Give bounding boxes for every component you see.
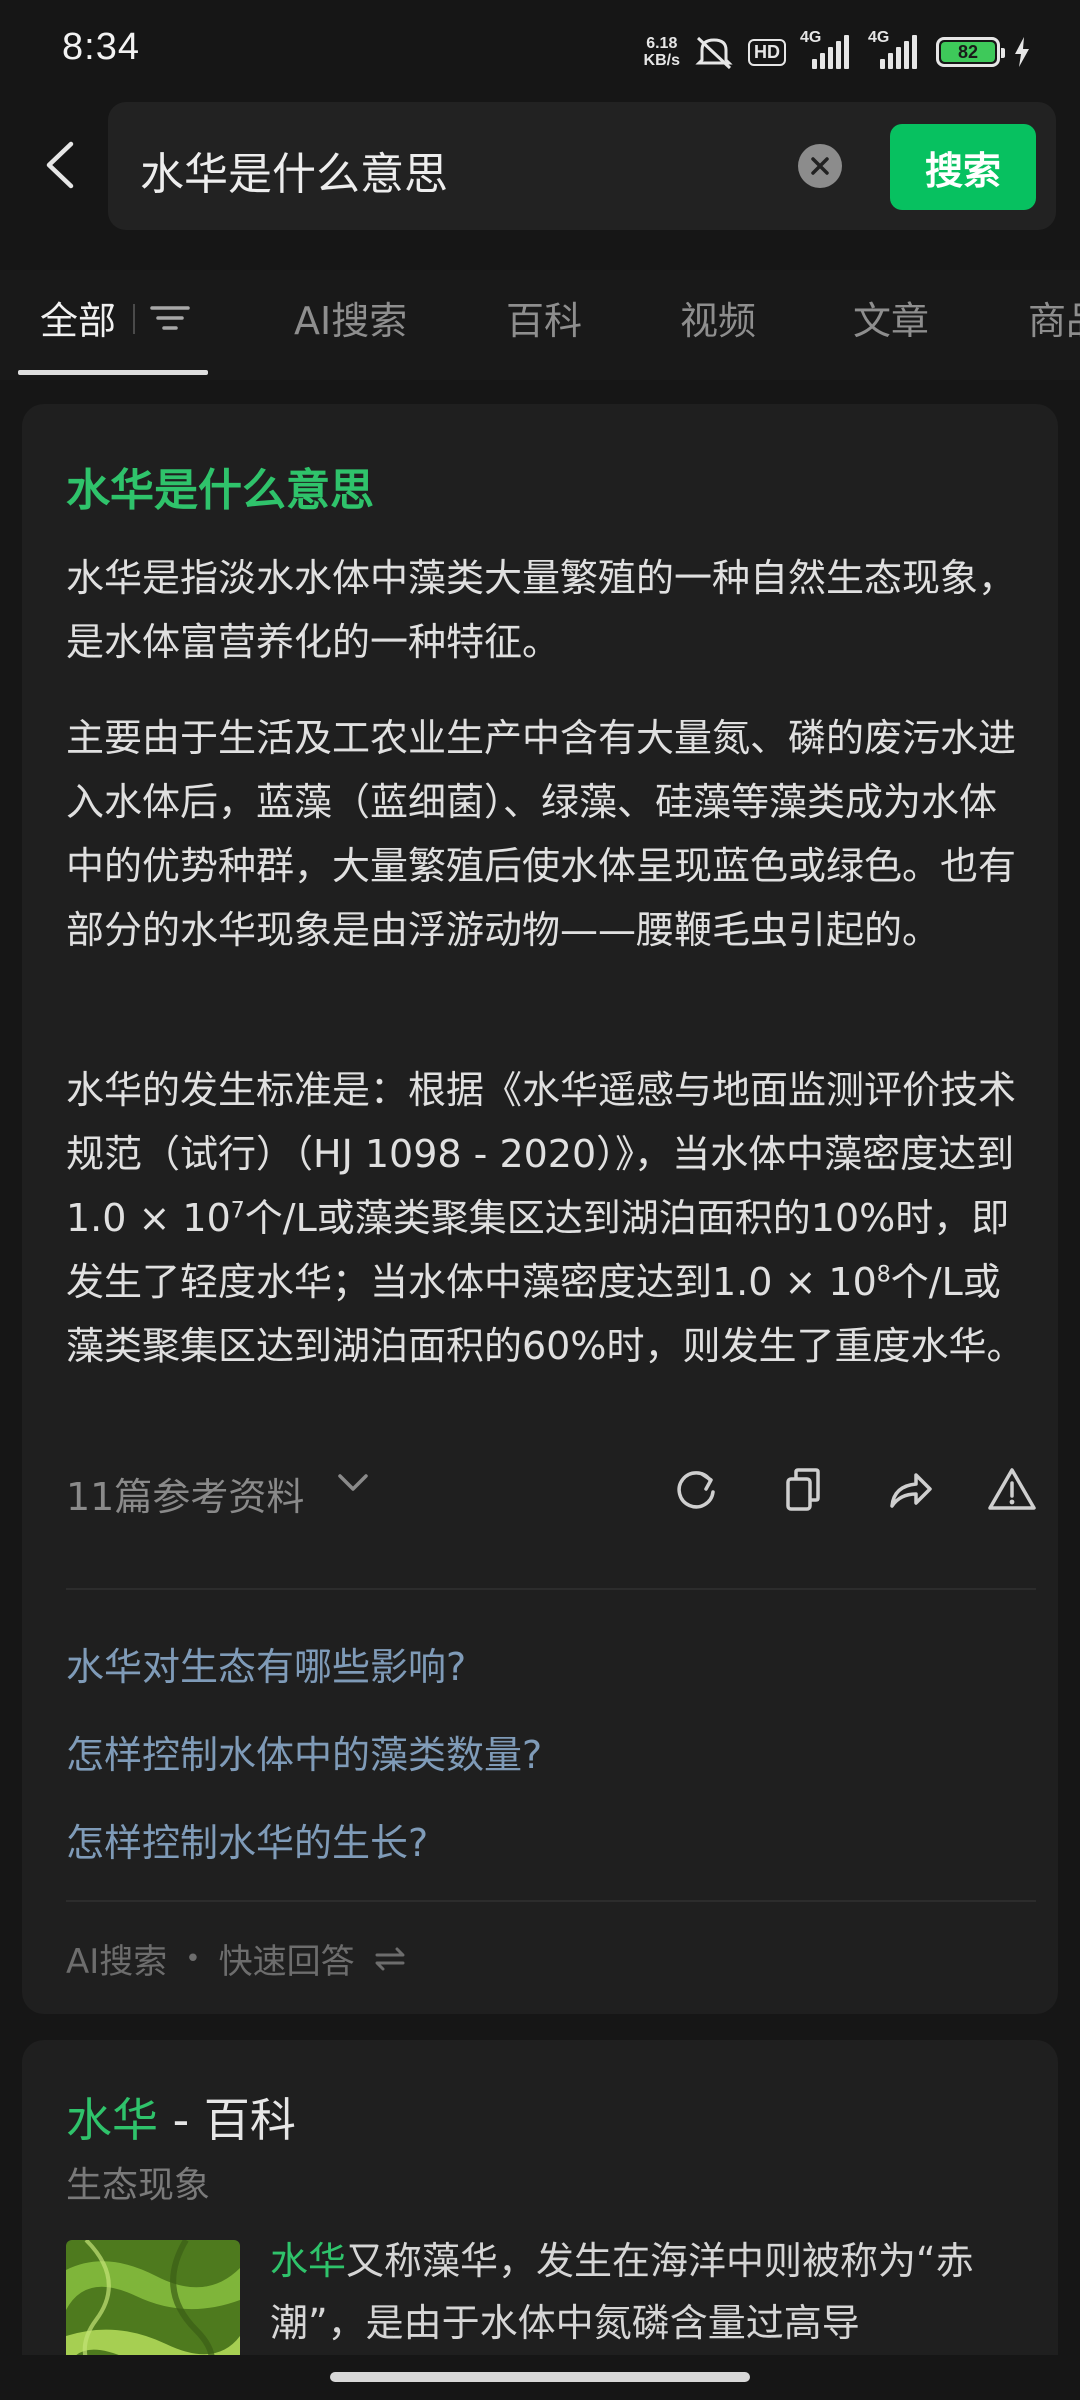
status-bar: 8:34 6.18 KB/s HD 4G 4G 82 <box>0 0 1080 100</box>
encyclopedia-subtitle: 生态现象 <box>66 2165 211 2206</box>
tab-articles[interactable]: 文章 <box>853 290 929 345</box>
suggested-question[interactable]: 怎样控制水华的生长? <box>66 1812 428 1867</box>
filter-icon[interactable] <box>148 298 192 338</box>
switch-icon[interactable] <box>373 1945 407 1973</box>
encyclopedia-card[interactable]: 水华 - 百科 生态现象 水华又称藻华，发生在海洋中则被称为“赤潮”，是由于水体… <box>22 2040 1058 2400</box>
charging-icon <box>1015 37 1029 67</box>
ai-source-label: AI搜索 <box>66 1942 168 1982</box>
tab-all[interactable]: 全部 <box>40 290 116 345</box>
ai-answer-paragraph-3: 水华的发生标准是：根据《水华遥感与地面监测评价技术规范（试行）（HJ 1098 … <box>66 1068 1025 1368</box>
network-speed: 6.18 KB/s <box>644 35 680 69</box>
divider <box>66 1900 1036 1902</box>
ai-answer-title[interactable]: 水华是什么意思 <box>66 454 374 518</box>
back-button[interactable] <box>30 130 90 200</box>
clear-search-button[interactable] <box>798 144 842 188</box>
references-toggle[interactable]: 11篇参考资料 <box>66 1466 304 1521</box>
warning-icon[interactable] <box>986 1464 1038 1516</box>
chevron-down-icon[interactable] <box>336 1472 370 1494</box>
ai-answer-paragraph-1: 水华是指淡水水体中藻类大量繁殖的一种自然生态现象，是水体富营养化的一种特征。 <box>66 556 1017 664</box>
close-icon <box>811 157 829 175</box>
exponent-8: 8 <box>876 1262 891 1288</box>
tab-divider <box>133 304 135 334</box>
ai-answer-paragraph-2: 主要由于生活及工农业生产中含有大量氮、磷的废污水进入水体后，蓝藻（蓝细菌）、绿藻… <box>66 716 1017 952</box>
copy-icon[interactable] <box>778 1464 830 1516</box>
category-tabs: 全部 AI搜索 百科 视频 文章 商品 <box>0 270 1080 380</box>
search-header: 水华是什么意思 搜索 <box>0 100 1080 240</box>
separator-dot: • <box>185 1943 201 1974</box>
tab-video[interactable]: 视频 <box>680 290 756 345</box>
battery-icon: 82 <box>936 37 1005 67</box>
network-speed-value: 6.18 <box>646 35 678 52</box>
answer-mode-toggle[interactable]: 快速回答 <box>219 1934 355 1983</box>
home-gesture-bar[interactable] <box>330 2372 750 2382</box>
signal-2-icon: 4G <box>868 29 922 69</box>
ai-answer-card: 水华是什么意思 水华是指淡水水体中藻类大量繁殖的一种自然生态现象，是水体富营养化… <box>22 404 1058 2014</box>
mute-icon <box>695 36 733 70</box>
ai-answer-footer: AI搜索 • 快速回答 <box>66 1934 407 1983</box>
signal-1-icon: 4G <box>800 29 854 69</box>
search-input[interactable]: 水华是什么意思 <box>140 138 448 202</box>
encyclopedia-snippet: 水华又称藻华，发生在海洋中则被称为“赤潮”，是由于水体中氮磷含量过高导 <box>270 2239 974 2345</box>
exponent-7: 7 <box>230 1198 245 1224</box>
back-arrow-icon <box>46 141 74 189</box>
search-button[interactable]: 搜索 <box>890 124 1036 210</box>
divider <box>66 1588 1036 1590</box>
active-tab-indicator <box>18 370 208 375</box>
share-icon[interactable] <box>884 1464 936 1516</box>
status-time: 8:34 <box>62 26 140 68</box>
network-speed-unit: KB/s <box>643 52 680 69</box>
suggested-question[interactable]: 怎样控制水体中的藻类数量? <box>66 1724 542 1779</box>
hd-badge: HD <box>748 38 786 66</box>
tab-encyclopedia[interactable]: 百科 <box>506 290 582 345</box>
reference-row: 11篇参考资料 <box>66 1460 1036 1521</box>
search-box[interactable]: 水华是什么意思 搜索 <box>108 102 1056 230</box>
encyclopedia-title[interactable]: 水华 - 百科 <box>66 2084 296 2150</box>
tab-products[interactable]: 商品 <box>1028 290 1080 345</box>
tab-ai-search[interactable]: AI搜索 <box>294 290 407 345</box>
battery-level: 82 <box>941 42 995 62</box>
status-icons: 6.18 KB/s HD 4G 4G 82 <box>644 29 1030 74</box>
suggested-question[interactable]: 水华对生态有哪些影响? <box>66 1636 466 1691</box>
refresh-icon[interactable] <box>670 1464 722 1516</box>
